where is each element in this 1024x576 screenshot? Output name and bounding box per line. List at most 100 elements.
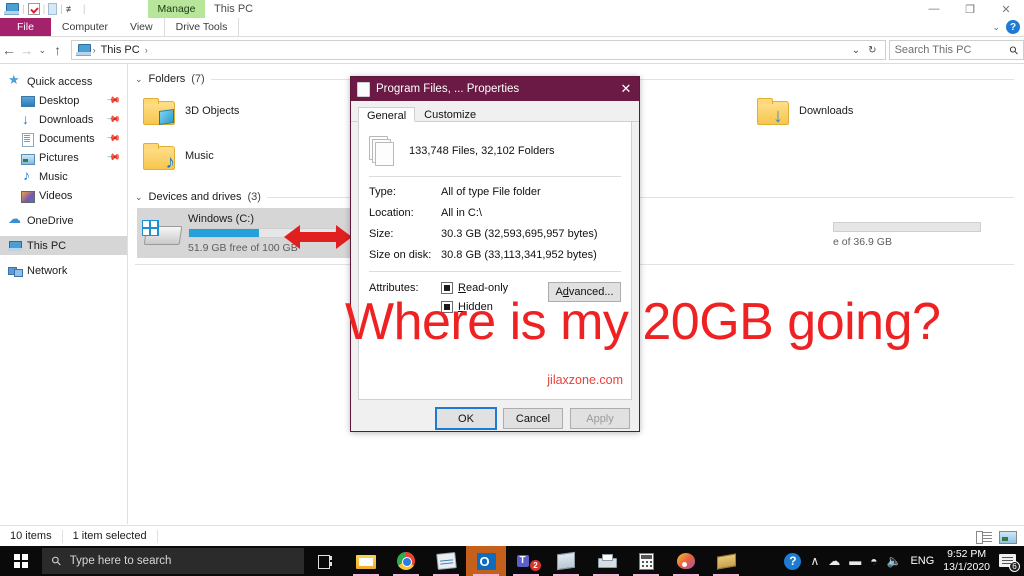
sidebar-item-music[interactable]: Music (0, 167, 127, 186)
network-icon[interactable]: ◓ (870, 554, 877, 568)
taskbar: ⚲ Type here to search 2 ? ∧ ☁ ▬ ◓ 🔈 ENG (0, 546, 1024, 576)
search-input[interactable]: Search This PC ⚲ (888, 40, 1024, 60)
minimize-button[interactable]: — (916, 0, 952, 18)
search-icon[interactable]: ⚲ (1007, 43, 1021, 57)
cloud-icon (8, 211, 22, 228)
dialog-tab-bar: General Customize (351, 101, 639, 122)
taskbar-app-outlook[interactable] (466, 546, 506, 576)
item-label: 3D Objects (185, 104, 240, 117)
details-view-icon[interactable] (976, 529, 993, 544)
documents-icon (20, 132, 34, 147)
pictures-icon (20, 151, 35, 165)
pin-icon[interactable]: 📌 (106, 131, 121, 147)
tab-general[interactable]: General (358, 107, 416, 122)
navigation-pane: Quick access Desktop 📌 Downloads 📌 Docum… (0, 64, 128, 524)
chevron-down-icon[interactable]: ⌄ (135, 74, 143, 85)
pin-icon[interactable]: 📌 (106, 93, 121, 109)
start-button[interactable] (0, 546, 42, 576)
language-indicator[interactable]: ENG (910, 555, 934, 567)
sidebar-item-pictures[interactable]: Pictures 📌 (0, 148, 127, 167)
clock[interactable]: 9:52 PM 13/1/2020 (943, 548, 990, 574)
sidebar-item-label: Pictures (39, 151, 79, 164)
notifications-icon[interactable]: 6 (999, 553, 1020, 572)
dialog-button-row: OK Cancel Apply (351, 400, 639, 430)
maximize-button[interactable]: ❐ (952, 0, 988, 18)
help-icon[interactable]: ? (1006, 20, 1020, 34)
taskbar-app-file-explorer[interactable] (346, 546, 386, 576)
properties-check-icon[interactable] (27, 3, 40, 15)
refresh-icon[interactable]: ↻ (864, 45, 880, 56)
star-icon (8, 72, 22, 89)
sidebar-item-downloads[interactable]: Downloads 📌 (0, 110, 127, 129)
drive-usage-bar (833, 221, 981, 232)
pin-icon[interactable]: 📌 (106, 112, 121, 128)
recent-locations-icon[interactable]: ⌄ (36, 45, 49, 56)
property-row-size-on-disk: Size on disk: 30.8 GB (33,113,341,952 by… (369, 249, 621, 261)
taskbar-app-sticky-notes[interactable] (706, 546, 746, 576)
taskbar-app-calculator[interactable] (626, 546, 666, 576)
tab-view[interactable]: View (119, 18, 164, 36)
property-value: All of type File folder (441, 186, 541, 198)
sidebar-item-videos[interactable]: Videos (0, 186, 127, 205)
taskbar-app-chrome[interactable] (386, 546, 426, 576)
breadcrumb-separator: › (92, 45, 96, 55)
breadcrumb-separator[interactable]: › (143, 45, 150, 55)
calculator-icon (638, 552, 654, 570)
chevron-down-icon[interactable]: ⌄ (135, 192, 143, 203)
watermark: jilaxzone.com (547, 373, 623, 387)
new-folder-icon[interactable] (48, 3, 58, 15)
address-dropdown-icon[interactable]: ⌄ (848, 45, 864, 56)
pin-icon[interactable]: 📌 (106, 150, 121, 166)
sidebar-item-documents[interactable]: Documents 📌 (0, 129, 127, 148)
close-button[interactable]: ✕ (988, 0, 1024, 18)
contextual-tab-manage[interactable]: Manage (148, 0, 205, 18)
tab-drive-tools[interactable]: Drive Tools (163, 18, 240, 36)
back-button[interactable]: ← (0, 42, 18, 58)
clock-date: 13/1/2020 (943, 561, 990, 573)
sidebar-item-label: This PC (27, 239, 67, 252)
ok-button[interactable]: OK (435, 407, 497, 430)
battery-icon[interactable]: ▬ (849, 554, 861, 568)
address-bar: ← → ⌄ ↑ › This PC › ⌄ ↻ Search This PC ⚲ (0, 37, 1024, 63)
forward-button[interactable]: → (18, 43, 36, 58)
breadcrumb[interactable]: › This PC › ⌄ ↻ (70, 40, 886, 60)
list-item[interactable]: ↓ Downloads (723, 88, 923, 133)
sticky-notes-icon (716, 552, 736, 570)
desktop-icon (20, 94, 35, 108)
breadcrumb-item-this-pc[interactable]: This PC (98, 44, 143, 56)
tab-computer[interactable]: Computer (51, 18, 119, 36)
tab-file[interactable]: File (0, 18, 51, 36)
chevron-down-icon[interactable]: ⌄ (992, 22, 1000, 33)
volume-icon[interactable]: 🔈 (886, 554, 901, 568)
sidebar-item-network[interactable]: Network (0, 261, 127, 280)
taskbar-app-teams[interactable]: 2 (506, 546, 546, 576)
task-view-button[interactable] (304, 546, 346, 576)
taskbar-app-paint[interactable] (666, 546, 706, 576)
thumbnail-view-icon[interactable] (999, 529, 1017, 544)
onedrive-icon[interactable]: ☁ (828, 554, 840, 568)
taskbar-app-printer[interactable] (586, 546, 626, 576)
network-icon (8, 264, 23, 278)
sidebar-item-onedrive[interactable]: OneDrive (0, 211, 127, 230)
sidebar-item-label: Desktop (39, 94, 80, 107)
group-count: (3) (247, 191, 261, 203)
taskbar-app-task-manager[interactable] (426, 546, 466, 576)
this-pc-icon[interactable] (4, 3, 19, 15)
show-hidden-icons-chevron[interactable]: ∧ (810, 554, 819, 568)
taskbar-app-reader[interactable] (546, 546, 586, 576)
cancel-button[interactable]: Cancel (503, 408, 563, 429)
property-value: 30.3 GB (32,593,695,957 bytes) (441, 228, 598, 240)
customize-dropdown-icon[interactable]: ≢ (66, 3, 80, 16)
sidebar-item-this-pc[interactable]: This PC (0, 236, 127, 255)
taskbar-search-input[interactable]: ⚲ Type here to search (42, 548, 304, 574)
drive-item-secondary[interactable]: e of 36.9 GB (782, 208, 1012, 258)
dialog-close-button[interactable]: ✕ (613, 81, 639, 97)
up-button[interactable]: ↑ (49, 42, 67, 58)
window-title: This PC (214, 3, 254, 15)
qat-divider: | (42, 3, 46, 15)
help-icon[interactable]: ? (784, 552, 802, 570)
sidebar-item-quick-access[interactable]: Quick access (0, 72, 127, 91)
sidebar-item-desktop[interactable]: Desktop 📌 (0, 91, 127, 110)
tab-customize[interactable]: Customize (415, 106, 485, 121)
qat-divider: | (60, 3, 63, 15)
